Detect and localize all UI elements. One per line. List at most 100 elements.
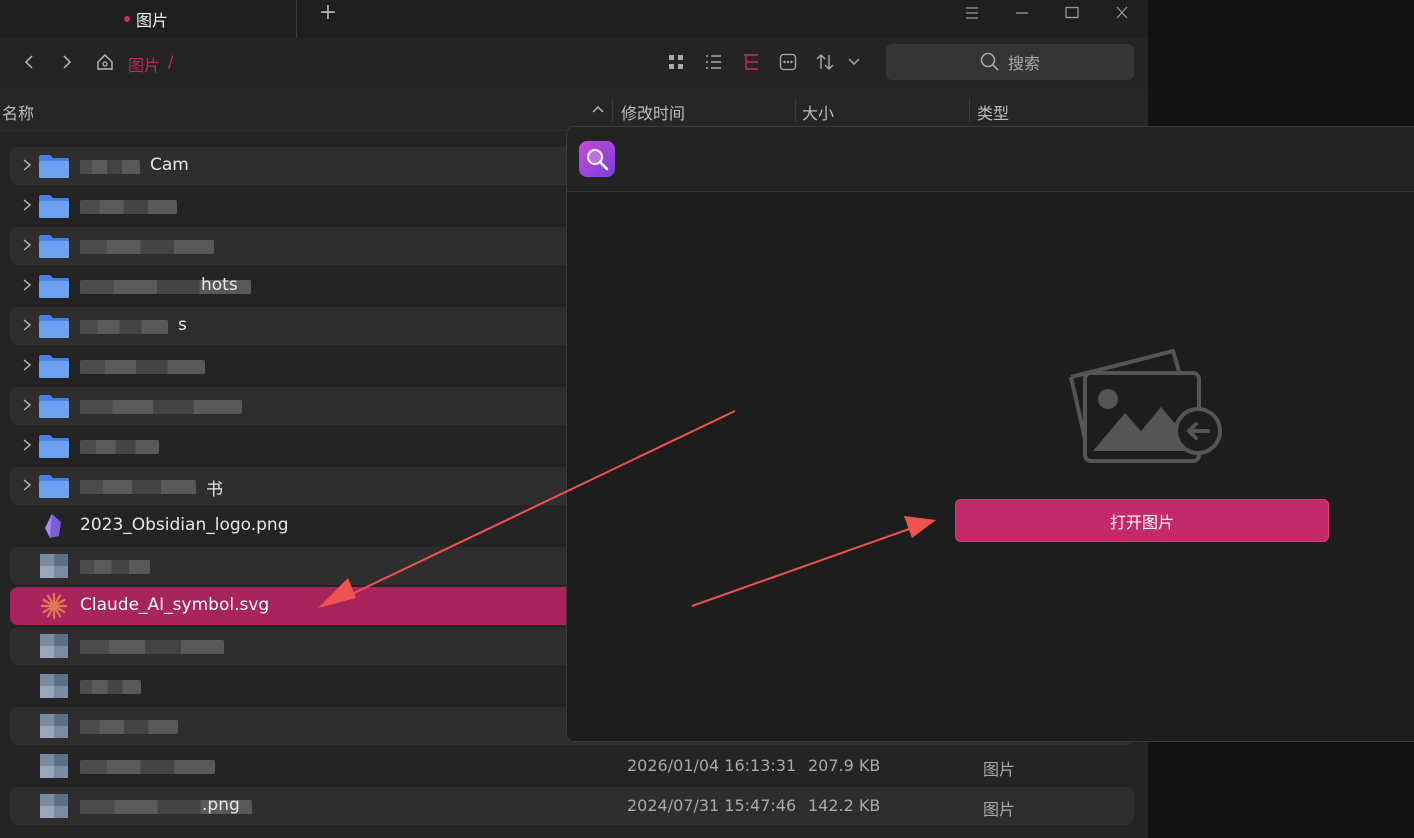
redacted-name-block (80, 160, 140, 174)
expand-chevron-icon[interactable] (22, 197, 36, 215)
column-divider (795, 98, 796, 122)
redacted-name-block (80, 320, 168, 334)
menu-button[interactable] (952, 0, 992, 26)
status-bar (0, 826, 1148, 838)
minimize-icon (1016, 12, 1028, 14)
obsidian-logo-icon (38, 512, 70, 540)
close-icon (1116, 6, 1128, 19)
close-button[interactable] (1102, 0, 1142, 26)
folder-icon (38, 352, 70, 380)
search-icon (980, 52, 999, 71)
sort-icon (816, 54, 834, 70)
image-placeholder-icon (1069, 349, 1222, 463)
file-type: 图片 (983, 800, 1016, 819)
maximize-icon (1065, 6, 1079, 19)
back-button[interactable] (14, 49, 44, 75)
expand-chevron-icon[interactable] (22, 437, 36, 455)
image-thumbnail-icon (38, 552, 70, 580)
redacted-name-block (80, 440, 159, 454)
more-icon (779, 53, 797, 71)
column-divider (969, 98, 970, 122)
file-name: Cam (150, 155, 189, 175)
file-name: 2023_Obsidian_logo.png (80, 515, 289, 535)
file-name: 书 (206, 480, 223, 500)
breadcrumb-separator: / (168, 52, 174, 71)
expand-chevron-icon[interactable] (22, 477, 36, 495)
list-icon (706, 55, 721, 69)
folder-icon (38, 432, 70, 460)
image-thumbnail-icon (38, 632, 70, 660)
redacted-name-block (80, 240, 214, 254)
folder-icon (38, 232, 70, 260)
image-thumbnail-icon (38, 672, 70, 700)
sort-ascending-icon[interactable] (591, 104, 605, 114)
tab-pictures[interactable]: 图片 (110, 0, 296, 38)
expand-chevron-icon[interactable] (22, 317, 36, 335)
image-viewer-window: 打开图片 (566, 126, 1414, 742)
column-type[interactable]: 类型 (977, 100, 1009, 124)
tab-active-dot (124, 16, 130, 22)
breadcrumb-pictures[interactable]: 图片 (128, 52, 160, 76)
redacted-name-block (80, 360, 205, 374)
image-thumbnail-icon (38, 712, 70, 740)
new-tab-button[interactable]: + (312, 0, 344, 28)
maximize-button[interactable] (1052, 0, 1092, 26)
file-name: Claude_AI_symbol.svg (80, 595, 270, 615)
folder-icon (38, 472, 70, 500)
folder-icon (38, 192, 70, 220)
more-options-button[interactable] (776, 50, 800, 74)
expand-chevron-icon[interactable] (22, 357, 36, 375)
image-viewer-app-icon (579, 141, 615, 177)
file-type: 图片 (983, 760, 1016, 779)
expand-chevron-icon[interactable] (22, 397, 36, 415)
icon-view-button[interactable] (664, 50, 688, 74)
redacted-name-block (80, 200, 177, 214)
folder-icon (38, 152, 70, 180)
tab-label: 图片 (136, 11, 169, 30)
list-view-button[interactable] (701, 50, 725, 74)
chevron-left-icon (24, 55, 33, 69)
magnifier-icon (587, 149, 609, 171)
forward-button[interactable] (52, 49, 82, 75)
search-placeholder: 搜索 (1007, 54, 1040, 73)
claude-logo-icon (38, 592, 70, 620)
breadcrumb-home[interactable] (92, 49, 118, 75)
folder-icon (38, 312, 70, 340)
redacted-name-block (80, 720, 178, 734)
column-header: 名称 修改时间 大小 类型 (0, 90, 1148, 131)
expand-chevron-icon[interactable] (22, 277, 36, 295)
sort-dropdown-button[interactable] (842, 50, 866, 74)
open-image-button[interactable]: 打开图片 (955, 499, 1329, 542)
column-name[interactable]: 名称 (2, 100, 34, 124)
toolbar: 图片 / 搜索 (0, 38, 1148, 88)
file-size: 207.9 KB (808, 756, 881, 775)
image-thumbnail-icon (38, 752, 70, 780)
minimize-button[interactable] (1002, 0, 1042, 26)
file-name: hots (201, 275, 238, 295)
column-modified[interactable]: 修改时间 (621, 100, 685, 124)
image-thumbnail-icon (38, 792, 70, 820)
viewer-titlebar (567, 127, 1414, 192)
chevron-right-icon (63, 55, 72, 69)
tree-view-icon (744, 54, 758, 70)
tab-bar: 图片 + (0, 0, 1148, 38)
file-date: 2024/07/31 15:47:46 (627, 796, 797, 815)
tree-view-button[interactable] (739, 50, 763, 74)
expand-chevron-icon[interactable] (22, 237, 36, 255)
file-name: s (178, 315, 187, 335)
sort-button[interactable] (813, 50, 837, 74)
redacted-name-block (80, 680, 141, 694)
file-name: .png (202, 795, 240, 815)
chevron-down-icon (848, 58, 860, 65)
column-size[interactable]: 大小 (802, 100, 834, 124)
expand-chevron-icon[interactable] (22, 157, 36, 175)
table-row[interactable]: 2026/01/04 16:13:31 207.9 KB 图片 (10, 747, 1134, 785)
table-row[interactable]: .png 2024/07/31 15:47:46 142.2 KB 图片 (10, 787, 1134, 825)
file-size: 142.2 KB (808, 796, 881, 815)
redacted-name-block (80, 400, 242, 414)
search-box[interactable]: 搜索 (886, 44, 1134, 80)
folder-icon (38, 272, 70, 300)
redacted-name-block (80, 560, 150, 574)
home-icon (97, 54, 113, 70)
redacted-name-block (80, 760, 215, 774)
